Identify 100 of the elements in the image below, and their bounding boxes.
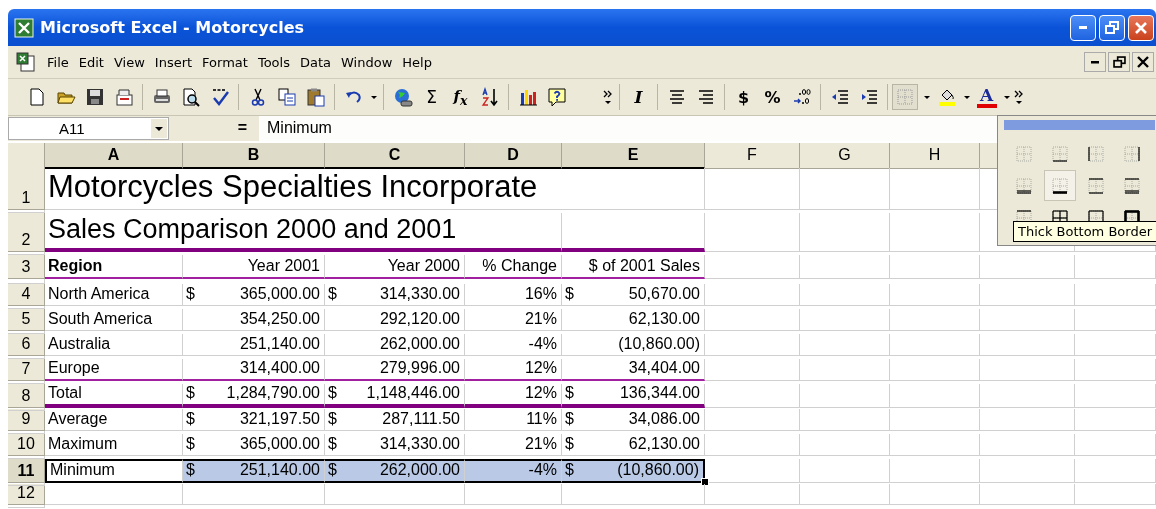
column-header[interactable]: E [562, 143, 705, 169]
bar-chart-icon[interactable] [517, 87, 538, 107]
globe-icon[interactable] [392, 87, 413, 107]
dropdown-arrow-icon[interactable] [155, 126, 163, 131]
menu-item[interactable]: Format [197, 52, 253, 72]
name-box[interactable]: A11 [8, 117, 169, 140]
column-label: Region [45, 255, 183, 279]
column-header[interactable]: G [800, 143, 890, 169]
row-header[interactable]: 8 [8, 384, 45, 408]
increase-decimal-icon[interactable] [791, 87, 812, 107]
formula-field[interactable]: Minimum [259, 116, 997, 141]
email-icon[interactable] [113, 87, 134, 107]
border-style-icon [1124, 145, 1140, 162]
menu-item[interactable]: Window [336, 52, 398, 72]
table-cell: 314,400.00 [183, 359, 325, 381]
workbook-icon[interactable] [16, 52, 36, 72]
table-cell: 16% [465, 284, 562, 306]
print-preview-icon[interactable] [180, 87, 201, 107]
table-cell: Total [45, 384, 183, 408]
minimize-icon [1091, 60, 1099, 64]
restore-button[interactable] [1108, 52, 1130, 72]
italic-button[interactable]: I [624, 83, 653, 111]
row-header[interactable]: 6 [8, 334, 45, 356]
table-cell: Australia [45, 334, 183, 356]
table-cell: Europe [45, 359, 183, 381]
row-header[interactable]: 11 [8, 459, 45, 483]
column-label: $ of 2001 Sales [562, 255, 705, 279]
table-cell: 354,250.00 [183, 309, 325, 331]
border-style-icon [1088, 145, 1104, 162]
table-cell: $ 136,344.00 [562, 384, 705, 408]
insert-function-button[interactable]: f$_{x}$ [446, 83, 475, 111]
column-header[interactable]: H [890, 143, 980, 169]
fill-handle[interactable] [701, 478, 709, 486]
column-header[interactable]: B [183, 143, 325, 169]
table-cell: 12% [465, 359, 562, 381]
dropdown-arrow-icon[interactable] [370, 95, 377, 99]
table-cell: 292,120.00 [325, 309, 465, 331]
menu-item[interactable]: File [42, 52, 74, 72]
menu-item[interactable]: Tools [252, 52, 295, 72]
row-header[interactable]: 7 [8, 359, 45, 381]
table-cell: $ 314,330.00 [325, 284, 465, 306]
row-header[interactable]: 9 [8, 409, 45, 431]
menu-item[interactable]: Insert [149, 52, 198, 72]
table-cell: $ 1,148,446.00 [325, 384, 465, 408]
more-tools-icon[interactable] [603, 89, 613, 105]
close-button[interactable] [1132, 52, 1154, 72]
row-header[interactable]: 3 [8, 255, 45, 279]
spreadsheet-icon [14, 17, 34, 38]
dropdown-arrow-icon[interactable] [923, 95, 930, 99]
table-cell: $ 251,140.00 [183, 459, 325, 483]
border-style-icon [1124, 177, 1140, 194]
table-cell: 12% [465, 384, 562, 408]
column-header[interactable]: A [45, 143, 183, 169]
table-cell: North America [45, 284, 183, 306]
paste-icon[interactable] [305, 87, 326, 107]
menu-item[interactable]: View [108, 52, 150, 72]
menu-item[interactable]: Data [294, 52, 336, 72]
dropdown-arrow-icon[interactable] [1003, 95, 1010, 99]
menu-item[interactable]: Edit [73, 52, 109, 72]
sort-ascending-icon[interactable] [479, 87, 500, 107]
table-cell: 251,140.00 [183, 334, 325, 356]
dropdown-arrow-icon[interactable] [963, 95, 970, 99]
formula-equals-sign: = [236, 118, 248, 138]
border-style-icon [1052, 145, 1068, 162]
table-cell: (10,860.00) [562, 334, 705, 356]
border-style-icon [1052, 177, 1068, 194]
column-header[interactable]: F [705, 143, 800, 169]
table-cell: $ 321,197.50 [183, 409, 325, 431]
currency-button[interactable]: $ [729, 83, 758, 111]
save-icon[interactable] [84, 87, 105, 107]
row-header[interactable]: 4 [8, 284, 45, 306]
borders-icon [897, 89, 913, 105]
border-option[interactable] [1044, 170, 1076, 201]
row-header[interactable]: 12 [8, 484, 45, 505]
row-header[interactable]: 2 [8, 213, 45, 252]
column-label: Year 2000 [325, 255, 465, 279]
close-icon [1135, 21, 1147, 34]
table-cell: $ 314,330.00 [325, 434, 465, 456]
table-cell: Average [45, 409, 183, 431]
table-cell: 21% [465, 434, 562, 456]
row-header[interactable]: 1 [8, 168, 45, 210]
table-cell: $ 262,000.00 [325, 459, 465, 483]
help-icon[interactable] [546, 87, 567, 107]
tooltip: Thick Bottom Border [1013, 221, 1156, 242]
column-label: % Change [465, 255, 562, 279]
menu-item[interactable]: Help [397, 52, 437, 72]
border-style-icon [1016, 177, 1032, 194]
column-header[interactable]: D [465, 143, 562, 169]
more-tools-icon[interactable] [1014, 89, 1024, 105]
column-header[interactable]: C [325, 143, 465, 169]
table-cell: -4% [465, 459, 562, 483]
autosum-button[interactable]: Σ [417, 83, 446, 111]
copy-icon[interactable] [276, 87, 297, 107]
row-header[interactable]: 5 [8, 309, 45, 331]
window-title: Microsoft Excel - Motorcycles [40, 18, 305, 37]
row-header[interactable]: 10 [8, 434, 45, 456]
font-color-button[interactable]: A [972, 83, 1001, 111]
minimize-button[interactable] [1084, 52, 1106, 72]
fill-color-icon[interactable] [936, 87, 957, 107]
percent-button[interactable]: % [758, 83, 787, 111]
